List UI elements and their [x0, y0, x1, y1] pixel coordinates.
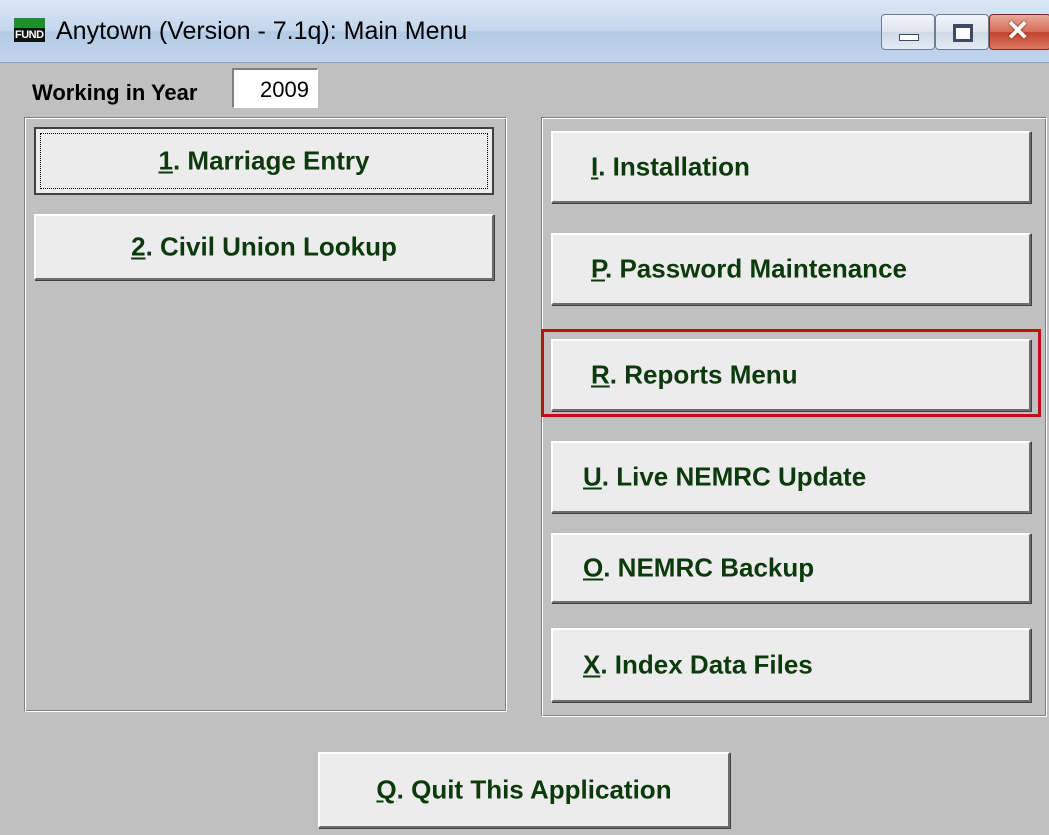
civil-union-lookup-button[interactable]: 2. Civil Union Lookup: [34, 214, 494, 280]
hotkey-x: X: [583, 649, 601, 680]
minimize-icon: [899, 34, 919, 41]
window-title: Anytown (Version - 7.1q): Main Menu: [56, 17, 468, 45]
marriage-entry-label: . Marriage Entry: [172, 145, 370, 176]
minimize-button[interactable]: [881, 14, 935, 50]
left-menu-panel: [24, 117, 507, 712]
app-icon-label: FUND: [15, 29, 44, 41]
nemrc-backup-button[interactable]: O. NEMRC Backup: [551, 533, 1031, 603]
civil-union-lookup-label: . Civil Union Lookup: [145, 231, 397, 262]
hotkey-q: Q: [376, 774, 397, 805]
hotkey-2: 2: [131, 231, 146, 262]
password-maintenance-label: . Password Maintenance: [605, 253, 907, 284]
fund-app-icon: FUND: [14, 18, 45, 42]
nemrc-backup-label: . NEMRC Backup: [603, 552, 815, 583]
quit-application-button[interactable]: Q. Quit This Application: [318, 752, 730, 828]
installation-button[interactable]: I. Installation: [551, 131, 1031, 203]
hotkey-1: 1: [158, 145, 173, 176]
maximize-icon: [953, 24, 973, 42]
marriage-entry-button[interactable]: 1. Marriage Entry: [34, 127, 494, 195]
reports-menu-highlight: [541, 329, 1041, 417]
live-nemrc-update-button[interactable]: U. Live NEMRC Update: [551, 441, 1031, 513]
index-data-files-label: . Index Data Files: [600, 649, 813, 680]
password-maintenance-button[interactable]: P. Password Maintenance: [551, 233, 1031, 305]
title-bar[interactable]: FUND Anytown (Version - 7.1q): Main Menu…: [0, 0, 1049, 63]
maximize-button[interactable]: [935, 14, 989, 50]
right-menu-panel: [541, 117, 1047, 717]
main-menu-window: FUND Anytown (Version - 7.1q): Main Menu…: [0, 0, 1049, 835]
installation-label: . Installation: [598, 151, 750, 182]
index-data-files-button[interactable]: X. Index Data Files: [551, 628, 1031, 702]
working-year-label: Working in Year: [32, 80, 198, 105]
close-button[interactable]: ✕: [989, 14, 1049, 50]
working-year-input[interactable]: 2009: [232, 68, 318, 108]
close-icon: ✕: [1006, 15, 1030, 46]
live-nemrc-update-label: . Live NEMRC Update: [601, 461, 867, 492]
hotkey-p: P: [591, 253, 605, 284]
hotkey-u: U: [583, 461, 602, 492]
quit-application-label: . Quit This Application: [396, 774, 672, 805]
hotkey-o: O: [583, 552, 604, 583]
